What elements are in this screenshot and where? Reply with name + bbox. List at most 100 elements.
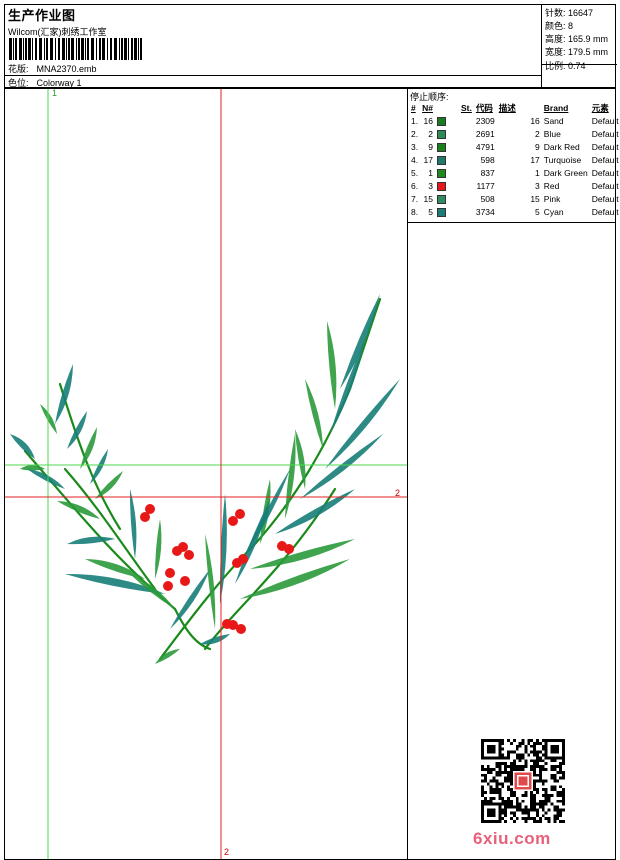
row-stitches: 4791 xyxy=(475,141,495,152)
row-stitches: 598 xyxy=(480,154,495,165)
flower-bud xyxy=(140,512,150,522)
leaf xyxy=(205,534,216,629)
row-index: 5. xyxy=(411,167,419,178)
page-title: 生产作业图 xyxy=(8,8,76,23)
col-stitches: St. xyxy=(460,102,472,113)
stat-stitches: 针数: 16647 xyxy=(545,6,593,19)
studio-name: Wilcom(汇家)刺绣工作室 xyxy=(8,27,107,37)
leaf xyxy=(155,649,180,664)
row-code: 16 xyxy=(530,115,540,126)
row-description: Turquoise xyxy=(543,154,582,165)
color-swatch xyxy=(436,181,446,191)
row-code: 2 xyxy=(535,128,540,139)
stat-label: 针数: xyxy=(545,8,566,18)
row-description: Pink xyxy=(543,193,561,204)
stat-scale: 比例: 0.74 xyxy=(545,59,586,72)
leaf xyxy=(27,469,65,489)
panel-divider xyxy=(408,222,615,223)
col-index: # xyxy=(411,102,416,113)
row-swatch xyxy=(435,127,474,140)
color-swatch xyxy=(436,168,446,178)
row-brand: Default xyxy=(591,154,619,165)
row-index: 8. xyxy=(411,206,419,217)
row-description: Dark Red xyxy=(543,141,580,152)
stat-value: 8 xyxy=(568,21,574,31)
stat-label: 比例: xyxy=(545,61,566,71)
row-index: 3. xyxy=(411,141,419,152)
leaf xyxy=(240,559,350,599)
table-row: 4. 17 598 17 Turquoise Default xyxy=(409,153,620,166)
row-stitches: 2309 xyxy=(475,115,495,126)
stop-sequence-table: # N# St. 代码 描述 Brand 元素 1. 16 2309 16 Sand De… xyxy=(409,101,620,218)
table-row: 7. 15 508 15 Pink Default xyxy=(409,192,620,205)
leaf xyxy=(20,465,45,471)
design-preview: 1 2 2 xyxy=(4,88,408,860)
flower-bud xyxy=(236,624,246,634)
flower-bud xyxy=(228,516,238,526)
leaf xyxy=(327,321,337,409)
leaf xyxy=(95,471,123,499)
design-file-value: MNA2370.emb xyxy=(36,64,97,74)
marker-bottom-2: 2 xyxy=(224,847,230,857)
header-box: 生产作业图 Wilcom(汇家)刺绣工作室 花版: MNA2370.emb 色位:… xyxy=(4,4,617,88)
table-row: 2. 2 2691 2 Blue Default xyxy=(409,127,620,140)
row-code: 17 xyxy=(530,154,540,165)
color-swatch xyxy=(436,142,446,152)
leaf xyxy=(154,519,162,579)
row-index: 4. xyxy=(411,154,419,165)
row-description: Sand xyxy=(543,115,564,126)
colorway-label: 色位: xyxy=(8,78,29,88)
design-file-row: 花版: MNA2370.emb xyxy=(8,62,97,75)
stat-colors: 颜色: 8 xyxy=(545,19,573,32)
leaf xyxy=(67,536,115,545)
row-stitches: 837 xyxy=(480,167,495,178)
table-header-row: # N# St. 代码 描述 Brand 元素 xyxy=(409,101,620,114)
row-description: Red xyxy=(543,180,560,191)
row-index: 7. xyxy=(411,193,419,204)
barcode xyxy=(9,38,142,60)
row-brand: Default xyxy=(591,193,619,204)
row-description: Dark Green xyxy=(543,167,588,178)
table-row: 6. 3 1177 3 Red Default xyxy=(409,179,620,192)
stat-height: 高度: 165.9 mm xyxy=(545,32,608,45)
row-brand: Default xyxy=(591,128,619,139)
row-code: 1 xyxy=(535,167,540,178)
stop-sequence-panel: 停止顺序: # N# St. 代码 描述 Brand 元素 1. 16 2309 16… xyxy=(407,88,619,860)
row-needle: 3 xyxy=(428,180,433,191)
row-needle: 1 xyxy=(428,167,433,178)
color-swatch xyxy=(436,194,446,204)
watermark-logo: 6xiu.com xyxy=(473,829,551,848)
header-left: 生产作业图 Wilcom(汇家)刺绣工作室 花版: MNA2370.emb 色位:… xyxy=(5,5,541,88)
row-needle: 15 xyxy=(423,193,433,204)
leaf xyxy=(129,489,137,559)
row-stitches: 508 xyxy=(480,193,495,204)
leaf xyxy=(340,294,380,389)
header-divider xyxy=(5,75,541,76)
row-index: 6. xyxy=(411,180,419,191)
flower-bud xyxy=(284,544,294,554)
stat-value: 165.9 mm xyxy=(568,34,609,44)
row-code: 3 xyxy=(535,180,540,191)
color-swatch xyxy=(436,116,446,126)
leaf xyxy=(305,379,323,449)
flower-bud xyxy=(172,546,182,556)
flower-bud xyxy=(165,568,175,578)
colorway-value: Colorway 1 xyxy=(36,78,82,88)
table-row: 5. 1 837 1 Dark Green Default xyxy=(409,166,620,179)
col-code: 代码 xyxy=(475,102,493,113)
row-code: 9 xyxy=(535,141,540,152)
table-row: 8. 5 3734 5 Cyan Default xyxy=(409,205,620,218)
row-swatch xyxy=(435,179,474,192)
row-index: 2. xyxy=(411,128,419,139)
header-stats: 针数: 16647 颜色: 8 高度: 165.9 mm 宽度: 179.5 m… xyxy=(541,5,617,87)
leaf xyxy=(80,427,97,469)
stat-label: 宽度: xyxy=(545,47,566,57)
row-brand: Default xyxy=(591,167,619,178)
stat-label: 高度: xyxy=(545,34,566,44)
leaf xyxy=(325,379,400,469)
row-swatch xyxy=(435,140,474,153)
col-brand: Brand xyxy=(543,102,569,113)
marker-top-1: 1 xyxy=(52,88,58,98)
row-description: Cyan xyxy=(543,206,564,217)
row-needle: 9 xyxy=(428,141,433,152)
